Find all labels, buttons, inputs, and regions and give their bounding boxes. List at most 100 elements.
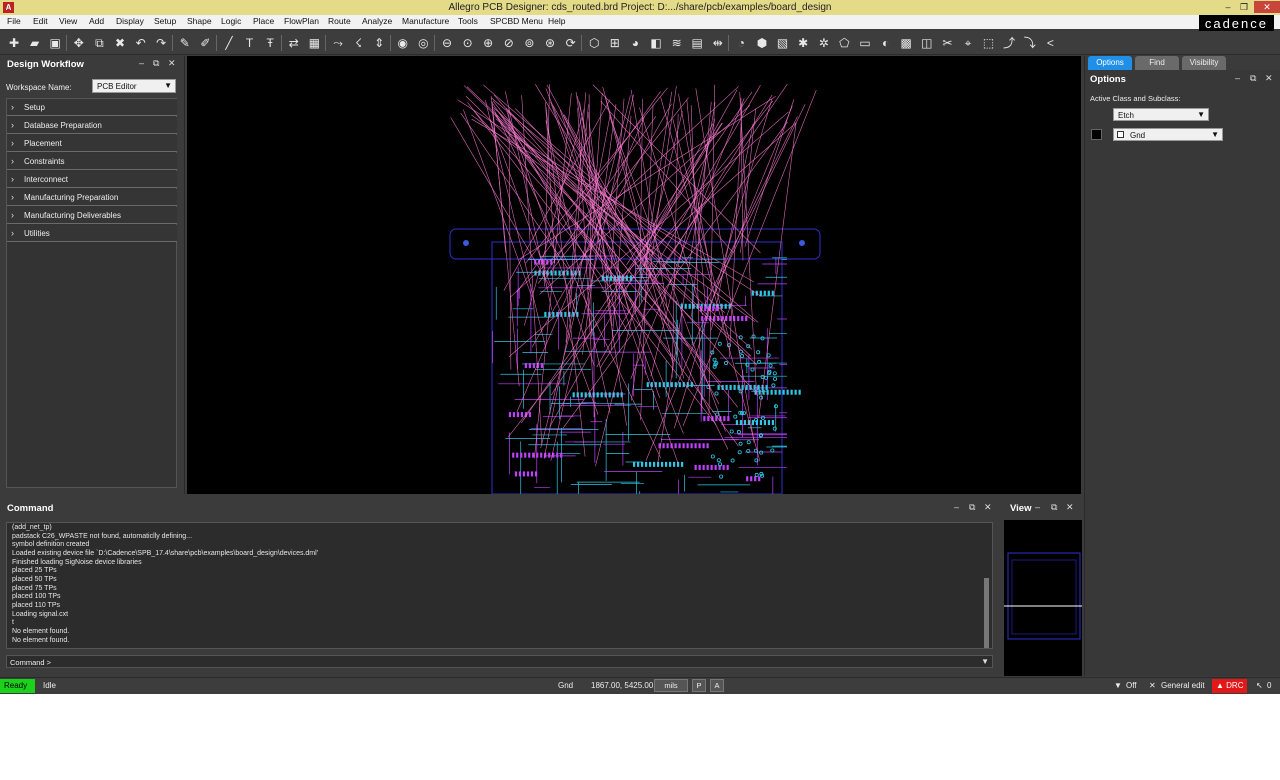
filter-icon[interactable]: ▼ xyxy=(1114,681,1122,690)
workflow-item-placement[interactable]: › Placement xyxy=(7,135,177,152)
menu-setup[interactable]: Setup xyxy=(154,16,176,26)
slide-icon[interactable]: ☇ xyxy=(351,35,367,51)
log-scrollbar[interactable] xyxy=(984,578,989,648)
panel-float-icon[interactable]: ⧉ xyxy=(1250,73,1256,84)
edit-vertex-icon[interactable]: ◫ xyxy=(919,35,935,51)
menu-place[interactable]: Place xyxy=(253,16,274,26)
add-line-icon[interactable]: ╱ xyxy=(221,35,237,51)
menu-shape[interactable]: Shape xyxy=(187,16,212,26)
zoom-world-icon[interactable]: ⊚ xyxy=(521,35,537,51)
delete-icon[interactable]: ✖ xyxy=(112,35,128,51)
drc-icon[interactable]: ◉ xyxy=(395,35,411,51)
highlight-icon[interactable]: ✱ xyxy=(795,35,811,51)
menu-help[interactable]: Help xyxy=(548,16,565,26)
panel-minimize-icon[interactable]: – xyxy=(139,58,144,68)
cube-icon[interactable]: ⬢ xyxy=(754,35,770,51)
command-log[interactable]: (add_net_tp) padstack C26_WPASTE not fou… xyxy=(6,522,993,649)
save-icon[interactable]: ▣ xyxy=(47,35,63,51)
zoom-in-icon[interactable]: ⊕ xyxy=(480,35,496,51)
measure-icon[interactable]: ⇹ xyxy=(710,35,726,51)
panel-float-icon[interactable]: ⧉ xyxy=(153,58,159,69)
color-icon[interactable]: ◕ xyxy=(627,35,643,51)
subclass-select[interactable]: Gnd ▼ xyxy=(1113,128,1223,141)
command-input[interactable]: Command > ▼ xyxy=(6,655,993,668)
dehighlight-icon[interactable]: ✲ xyxy=(816,35,832,51)
pin-icon[interactable]: ✎ xyxy=(177,35,193,51)
workspace-select[interactable]: PCB Editor ▼ xyxy=(92,79,176,93)
zoom-out-icon[interactable]: ⊖ xyxy=(439,35,455,51)
menu-flowplan[interactable]: FlowPlan xyxy=(284,16,319,26)
redo-icon[interactable]: ↷ xyxy=(153,35,169,51)
snap-icon[interactable]: ⌖ xyxy=(960,35,976,51)
quick-place-icon[interactable]: ⬚ xyxy=(981,35,997,51)
add-text-icon[interactable]: T xyxy=(242,35,258,51)
export-icon[interactable]: ⤴ xyxy=(1001,35,1017,51)
grid-toggle-icon[interactable]: ⊞ xyxy=(607,35,623,51)
panel-minimize-icon[interactable]: – xyxy=(954,502,959,512)
filter-status[interactable]: Off xyxy=(1126,681,1137,690)
panel-close-icon[interactable]: ✕ xyxy=(1066,502,1074,513)
panel-float-icon[interactable]: ⧉ xyxy=(1051,502,1057,513)
drc-indicator[interactable]: ▲ DRC xyxy=(1212,679,1247,693)
menu-logic[interactable]: Logic xyxy=(221,16,241,26)
a-button[interactable]: A xyxy=(710,679,724,692)
visibility-icon[interactable]: ◔ xyxy=(733,35,749,51)
panel-minimize-icon[interactable]: – xyxy=(1035,502,1040,512)
chip-icon[interactable]: ▦ xyxy=(306,35,322,51)
cut-icon[interactable]: ✂ xyxy=(939,35,955,51)
menu-display[interactable]: Display xyxy=(116,16,144,26)
menu-spcbd[interactable]: SPCBD Menu xyxy=(490,16,543,26)
shape-merge-icon[interactable]: ▩ xyxy=(898,35,914,51)
edit-mode[interactable]: General edit xyxy=(1161,681,1205,690)
import-icon[interactable]: ⤵ xyxy=(1022,35,1038,51)
chevron-down-icon[interactable]: ▼ xyxy=(981,657,989,666)
move-icon[interactable]: ✥ xyxy=(71,35,87,51)
menu-route[interactable]: Route xyxy=(328,16,351,26)
restore-button[interactable]: ❐ xyxy=(1238,1,1250,13)
design-canvas[interactable] xyxy=(187,56,1081,494)
menu-file[interactable]: File xyxy=(7,16,21,26)
units-button[interactable]: mils xyxy=(654,679,688,692)
workflow-item-utilities[interactable]: › Utilities xyxy=(7,225,177,242)
class-select[interactable]: Etch ▼ xyxy=(1113,108,1209,121)
menu-view[interactable]: View xyxy=(59,16,77,26)
p-button[interactable]: P xyxy=(692,679,706,692)
shape-void-icon[interactable]: ◐ xyxy=(878,35,894,51)
workflow-item-setup[interactable]: › Setup xyxy=(7,99,177,116)
tab-options[interactable]: Options xyxy=(1088,56,1132,70)
new-file-icon[interactable]: ✚ xyxy=(6,35,22,51)
zoom-center-icon[interactable]: ⊛ xyxy=(542,35,558,51)
minimize-button[interactable]: – xyxy=(1222,1,1234,13)
menu-manufacture[interactable]: Manufacture xyxy=(402,16,449,26)
subclass-checkbox[interactable] xyxy=(1117,131,1124,138)
refresh-icon[interactable]: ⟳ xyxy=(563,35,579,51)
shape-edit-icon[interactable]: ⬠ xyxy=(836,35,852,51)
open-folder-icon[interactable]: ▰ xyxy=(27,35,43,51)
shape-add-icon[interactable]: ▭ xyxy=(857,35,873,51)
panel-close-icon[interactable]: ✕ xyxy=(984,502,992,513)
workflow-item-interconnect[interactable]: › Interconnect xyxy=(7,171,177,188)
layers-icon[interactable]: ≋ xyxy=(669,35,685,51)
panel-minimize-icon[interactable]: – xyxy=(1235,73,1240,83)
menu-analyze[interactable]: Analyze xyxy=(362,16,392,26)
menu-edit[interactable]: Edit xyxy=(33,16,48,26)
workflow-item-constraints[interactable]: › Constraints xyxy=(7,153,177,170)
workflow-item-database-preparation[interactable]: › Database Preparation xyxy=(7,117,177,134)
shape-icon[interactable]: ▧ xyxy=(775,35,791,51)
tab-find[interactable]: Find xyxy=(1135,56,1179,70)
menu-tools[interactable]: Tools xyxy=(458,16,478,26)
subclass-color-swatch[interactable] xyxy=(1091,129,1102,140)
copy-icon[interactable]: ⧉ xyxy=(91,35,107,51)
3d-view-icon[interactable]: ⬡ xyxy=(586,35,602,51)
undo-icon[interactable]: ↶ xyxy=(133,35,149,51)
panel-close-icon[interactable]: ✕ xyxy=(168,58,176,69)
edit-text-icon[interactable]: Ŧ xyxy=(262,35,278,51)
swap-icon[interactable]: ⇄ xyxy=(286,35,302,51)
workflow-item-manufacturing-preparation[interactable]: › Manufacturing Preparation xyxy=(7,189,177,206)
grid-icon[interactable]: ◎ xyxy=(415,35,431,51)
menu-add[interactable]: Add xyxy=(89,16,104,26)
route-icon[interactable]: ⤳ xyxy=(330,35,346,51)
zoom-fit-icon[interactable]: ⊙ xyxy=(460,35,476,51)
panel-float-icon[interactable]: ⧉ xyxy=(969,502,975,513)
world-view-canvas[interactable] xyxy=(1004,520,1082,676)
